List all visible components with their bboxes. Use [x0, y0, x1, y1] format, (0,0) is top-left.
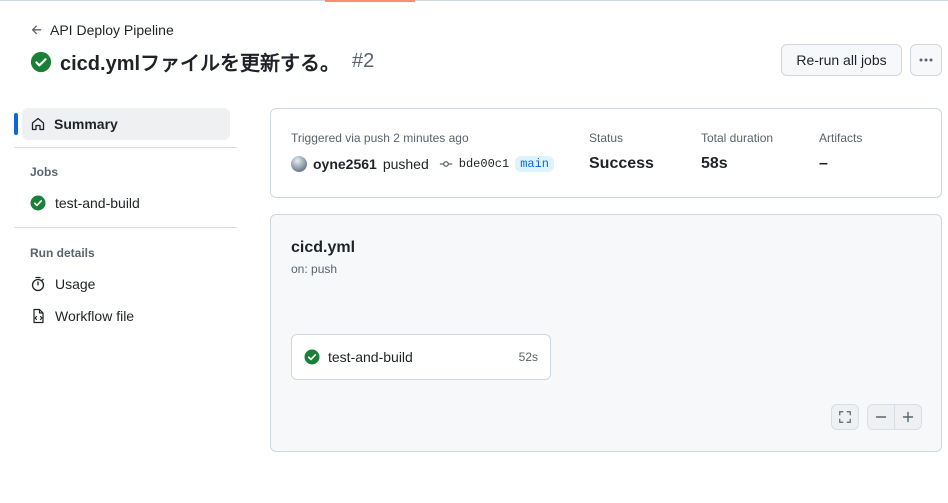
- screen-full-icon: [839, 411, 851, 423]
- fit-to-screen-button[interactable]: [831, 404, 859, 430]
- sidebar-item-label: test-and-build: [55, 195, 140, 211]
- workflow-trigger: on: push: [291, 262, 338, 276]
- sidebar-active-indicator: [14, 113, 18, 135]
- sidebar-item-summary[interactable]: Summary: [22, 108, 230, 140]
- active-tab-indicator: [325, 0, 415, 2]
- rerun-all-jobs-button[interactable]: Re-run all jobs: [781, 44, 902, 76]
- avatar: [291, 156, 307, 172]
- zoom-in-button[interactable]: [894, 404, 922, 430]
- sidebar-item-label: Usage: [55, 276, 96, 292]
- commit-sha-link[interactable]: bde00c1: [459, 157, 509, 171]
- zoom-out-button[interactable]: [867, 404, 895, 430]
- job-duration: 52s: [518, 350, 538, 364]
- job-name: test-and-build: [328, 349, 413, 365]
- file-code-icon: [33, 308, 44, 324]
- sidebar-item-label: Workflow file: [55, 308, 135, 324]
- run-summary-card: Triggered via push 2 minutes ago oyne256…: [270, 108, 942, 198]
- home-icon: [31, 117, 45, 131]
- check-circle-icon: [304, 349, 320, 365]
- plus-icon: [902, 411, 914, 423]
- kebab-horizontal-icon: [919, 58, 933, 62]
- sidebar-item-test-and-build[interactable]: test-and-build: [30, 195, 140, 211]
- top-divider: [0, 0, 948, 1]
- duration-value: 58s: [701, 155, 728, 172]
- artifacts-value: –: [819, 155, 828, 172]
- back-link-label: API Deploy Pipeline: [50, 22, 174, 38]
- duration-label: Total duration: [701, 131, 774, 145]
- user-link[interactable]: oyne2561: [313, 156, 377, 172]
- check-circle-icon: [30, 51, 52, 72]
- action-text: pushed: [382, 156, 429, 172]
- sidebar-item-label: Summary: [54, 116, 118, 132]
- stopwatch-icon: [31, 276, 45, 292]
- page-title-row: cicd.ymlファイルを更新する。 #2: [30, 47, 374, 76]
- branch-badge[interactable]: main: [515, 156, 554, 172]
- arrow-left-icon: [31, 25, 42, 35]
- sidebar-divider: [14, 227, 237, 228]
- jobs-heading: Jobs: [30, 165, 59, 179]
- job-node-test-and-build[interactable]: test-and-build 52s: [291, 334, 551, 380]
- workflow-file-name: cicd.yml: [291, 239, 356, 256]
- sidebar-divider: [14, 147, 237, 148]
- sidebar-item-workflow-file[interactable]: Workflow file: [30, 308, 134, 324]
- push-info: oyne2561 pushed bde00c1 main: [291, 156, 554, 172]
- check-circle-icon: [30, 195, 46, 211]
- artifacts-label: Artifacts: [819, 131, 863, 145]
- minus-icon: [875, 416, 887, 418]
- run-details-heading: Run details: [30, 246, 95, 260]
- more-options-button[interactable]: [910, 44, 942, 76]
- page-title: cicd.ymlファイルを更新する。: [60, 53, 341, 75]
- run-number: #2: [352, 50, 375, 72]
- status-label: Status: [589, 131, 624, 145]
- back-link[interactable]: API Deploy Pipeline: [30, 22, 174, 38]
- workflow-graph-card: cicd.yml on: push test-and-build 52s: [270, 214, 942, 452]
- sidebar-item-usage[interactable]: Usage: [30, 276, 95, 292]
- trigger-text: Triggered via push 2 minutes ago: [291, 131, 469, 145]
- git-commit-icon: [439, 161, 452, 167]
- status-value: Success: [589, 155, 654, 172]
